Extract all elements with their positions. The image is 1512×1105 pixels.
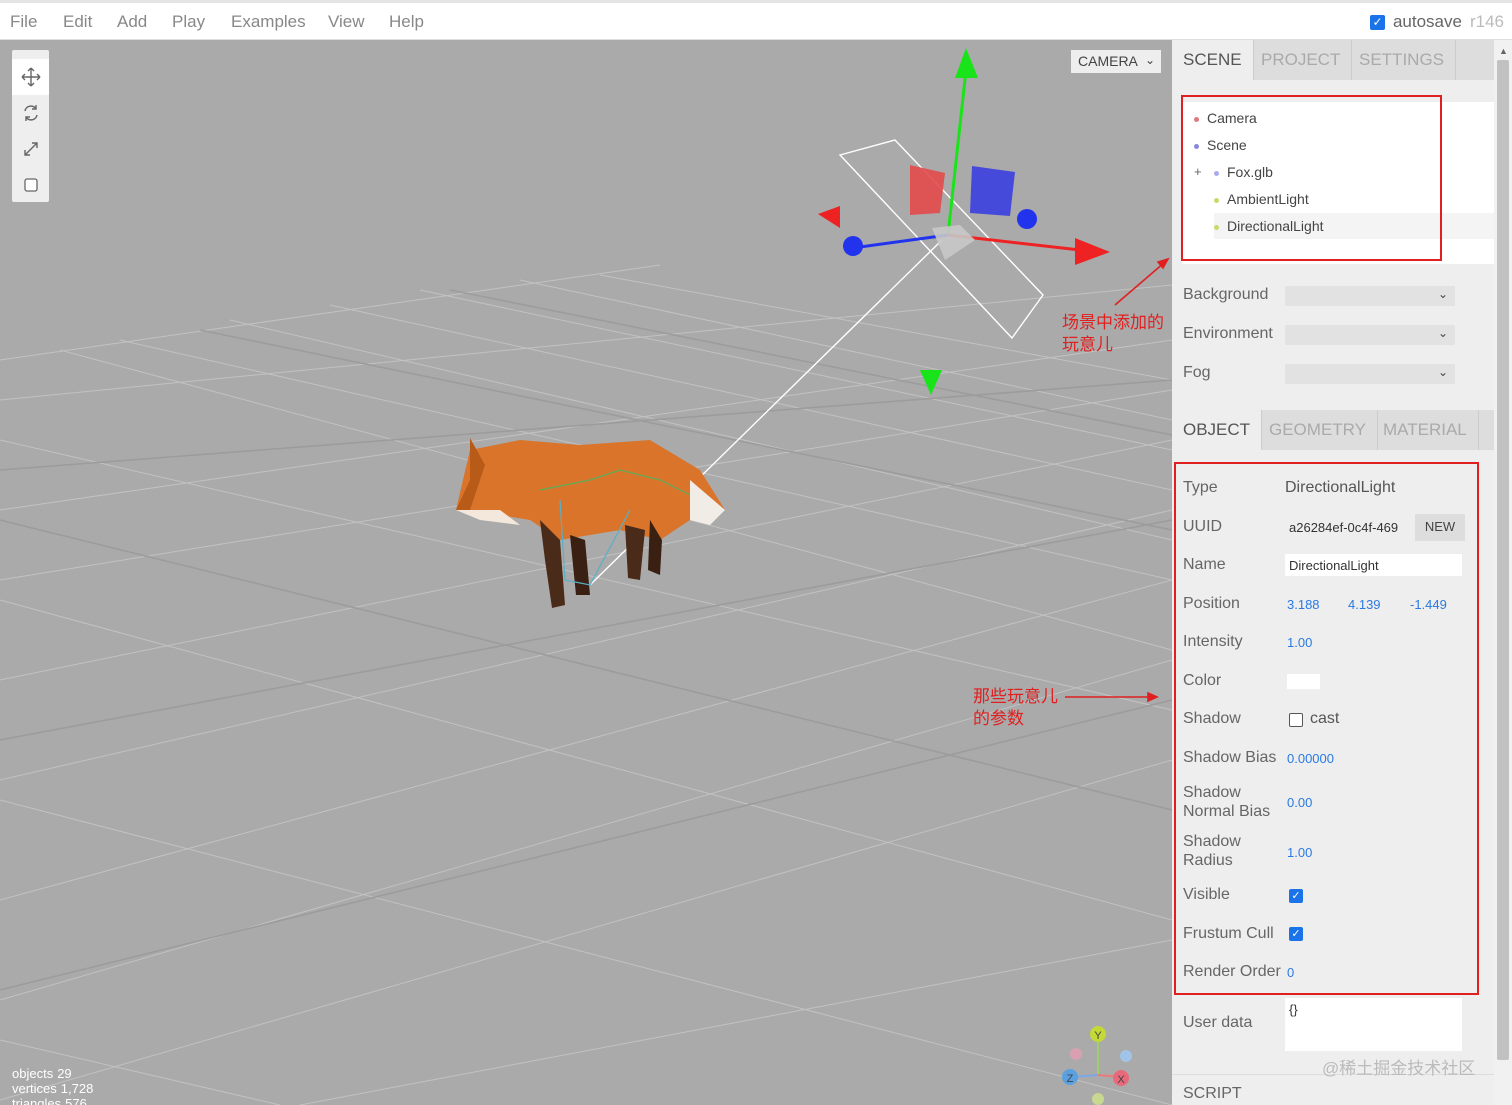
scroll-up-icon[interactable]: ▲ <box>1499 46 1508 56</box>
menu-view[interactable]: View <box>328 12 365 32</box>
chevron-down-icon: ⌄ <box>1437 287 1448 301</box>
environment-select[interactable]: ⌄ <box>1285 325 1455 345</box>
move-icon <box>21 67 40 87</box>
objects-label: objects <box>12 1066 54 1081</box>
annotation-item-params: 那些玩意儿 的参数 <box>973 686 1058 730</box>
menu-file[interactable]: File <box>10 12 37 32</box>
scrollbar-thumb[interactable] <box>1497 60 1509 1060</box>
tab-object[interactable]: OBJECT <box>1172 410 1263 450</box>
object-tabs: OBJECT GEOMETRY MATERIAL <box>1172 410 1494 450</box>
translate-tool[interactable] <box>12 59 49 95</box>
rotate-tool[interactable] <box>12 95 49 131</box>
triangles-count: 576 <box>65 1096 87 1105</box>
background-label: Background <box>1183 286 1269 303</box>
axis-z-label: Z <box>1067 1073 1074 1085</box>
user-data-label: User data <box>1183 1014 1253 1031</box>
ground-grid-major <box>0 289 1172 991</box>
axis-x-label: X <box>1117 1074 1125 1086</box>
objects-count: 29 <box>57 1066 72 1081</box>
annotation-line: 那些玩意儿 <box>973 687 1058 706</box>
menu-edit[interactable]: Edit <box>63 12 92 32</box>
watermark: @稀土掘金技术社区 <box>1322 1059 1476 1078</box>
checkbox-icon <box>23 178 38 192</box>
chevron-down-icon: ⌄ <box>1437 326 1448 340</box>
annotation-line: 玩意儿 <box>1062 335 1113 354</box>
background-select[interactable]: ⌄ <box>1285 286 1455 306</box>
chevron-down-icon: ⌄ <box>1437 365 1448 379</box>
script-label: SCRIPT <box>1183 1085 1242 1102</box>
camera-select[interactable]: CAMERA ⌄ <box>1071 50 1161 73</box>
scale-tool[interactable] <box>12 131 49 167</box>
render-info: objects 29 vertices 1,728 triangles 576 <box>12 1066 93 1105</box>
annotation-line: 场景中添加的 <box>1062 313 1164 332</box>
transform-toolbar <box>12 50 49 202</box>
chevron-down-icon: ⌄ <box>1144 53 1155 67</box>
axes-view-helper: Y X Z <box>1062 1026 1132 1105</box>
triangles-label: triangles <box>12 1096 62 1105</box>
tab-settings[interactable]: SETTINGS <box>1348 40 1457 80</box>
scale-icon <box>23 142 38 156</box>
camera-select-value: CAMERA <box>1078 53 1138 69</box>
axis-y-label: Y <box>1094 1030 1102 1042</box>
menu-play[interactable]: Play <box>172 12 205 32</box>
rotate-icon <box>23 105 38 121</box>
environment-label: Environment <box>1183 325 1273 342</box>
fox-model <box>456 438 725 608</box>
viewport[interactable]: Y X Z CAMERA ⌄ 场景中添加的 玩意儿 那些玩意儿 的参数 obje… <box>0 40 1172 1105</box>
menubar: File Edit Add Play Examples View Help ✓ … <box>0 0 1512 40</box>
autosave-checkbox[interactable]: ✓ <box>1369 14 1385 30</box>
scene-canvas[interactable]: Y X Z <box>0 40 1172 1105</box>
vertices-count: 1,728 <box>60 1081 94 1096</box>
user-data-textarea[interactable]: {} <box>1285 998 1462 1051</box>
sidebar-scrollbar[interactable]: ▲ <box>1494 40 1512 1105</box>
sidebar-tabs: SCENE PROJECT SETTINGS <box>1172 40 1494 80</box>
menu-add[interactable]: Add <box>117 12 147 32</box>
ground-grid <box>0 264 1172 1105</box>
version-label: r146 <box>1469 12 1504 31</box>
highlight-box-outliner <box>1181 95 1442 261</box>
tab-geometry[interactable]: GEOMETRY <box>1258 410 1378 450</box>
tab-project[interactable]: PROJECT <box>1250 40 1353 80</box>
menu-examples[interactable]: Examples <box>231 12 306 32</box>
fog-select[interactable]: ⌄ <box>1285 364 1455 384</box>
sidebar: SCENE PROJECT SETTINGS Camera Scene + Fo… <box>1172 40 1494 1105</box>
fog-label: Fog <box>1183 364 1211 381</box>
menu-help[interactable]: Help <box>389 12 424 32</box>
annotation-line: 的参数 <box>973 709 1024 728</box>
tab-scene[interactable]: SCENE <box>1172 40 1254 80</box>
highlight-box-object-params <box>1174 462 1479 995</box>
autosave-label: autosave <box>1392 12 1462 31</box>
local-space-toggle[interactable] <box>12 167 49 203</box>
annotation-scene-items: 场景中添加的 玩意儿 <box>1062 312 1164 356</box>
tab-material[interactable]: MATERIAL <box>1372 410 1479 450</box>
vertices-label: vertices <box>12 1081 57 1096</box>
